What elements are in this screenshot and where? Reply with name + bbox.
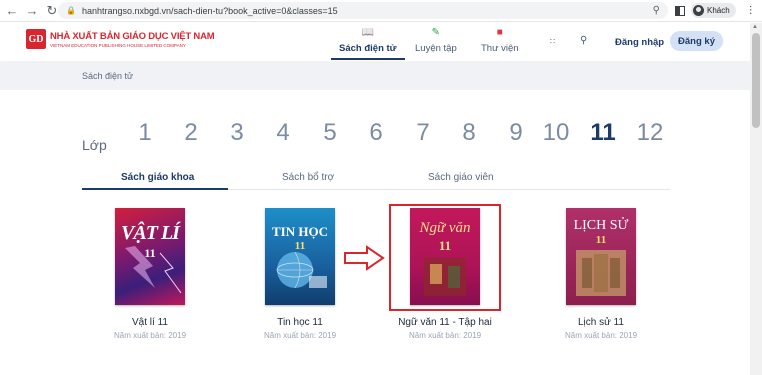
pencil-icon: ✎ — [431, 27, 441, 38]
book-title[interactable]: Tin học 11 — [277, 317, 323, 328]
grade-option-7[interactable]: 7 — [406, 119, 440, 147]
cover-title: TIN HỌC — [272, 224, 328, 239]
book-cover[interactable]: Ngữ văn 11 — [410, 208, 480, 305]
cover-title: VẬT LÍ — [121, 222, 180, 244]
grade-option-12[interactable]: 12 — [633, 119, 667, 147]
grade-option-9[interactable]: 9 — [499, 119, 533, 147]
active-tab-indicator — [82, 188, 228, 190]
book-cover[interactable]: VẬT LÍ 11 — [115, 208, 185, 305]
tab-sach-bo-tro[interactable]: Sách bổ trợ — [282, 172, 334, 183]
zoom-icon[interactable]: ⚲ — [653, 5, 660, 16]
url-text: hanhtrangso.nxbgd.vn/sach-dien-tu?book_a… — [81, 5, 338, 16]
grade-option-1[interactable]: 1 — [128, 119, 162, 147]
side-panel-icon[interactable] — [675, 5, 685, 16]
book-title[interactable]: Ngữ văn 11 - Tập hai — [398, 317, 492, 328]
book-title[interactable]: Vật lí 11 — [132, 317, 168, 328]
book-year: Năm xuất bản: 2019 — [113, 331, 187, 340]
grade-option-4[interactable]: 4 — [266, 119, 300, 147]
nav-label: Thư viện — [481, 43, 519, 54]
grade-option-5[interactable]: 5 — [313, 119, 347, 147]
grade-option-2[interactable]: 2 — [174, 119, 208, 147]
book-year: Năm xuất bản: 2019 — [263, 331, 337, 340]
logo-sub-text: VIETNAM EDUCATION PUBLISHING HOUSE LIMIT… — [50, 42, 186, 48]
globe-graphic — [276, 251, 327, 289]
book-open-icon: 📖 — [361, 27, 374, 38]
book-year: Năm xuất bản: 2019 — [408, 331, 482, 340]
scroll-up-icon[interactable]: ▲ — [752, 24, 758, 30]
key-icon[interactable]: ⚲ — [580, 35, 587, 46]
profile-button[interactable]: Khách — [691, 3, 736, 18]
scrollbar[interactable]: ▲ — [750, 23, 762, 375]
nav-item-sach-dien-tu[interactable]: 📖 Sách điện tử — [331, 27, 405, 60]
scroll-thumb[interactable] — [752, 33, 760, 128]
library-icon: ■ — [496, 27, 503, 38]
cover-number: 11 — [438, 238, 452, 253]
book-card-ngu-van[interactable]: Ngữ văn 11 Ngữ văn 11 - Tập hai Năm xuất… — [375, 208, 515, 340]
book-card-vat-li[interactable]: VẬT LÍ 11 Vật lí 11 Năm xuất bản: 2019 — [80, 208, 220, 340]
nav-item-luyen-tap[interactable]: ✎ Luyện tập — [415, 27, 457, 54]
back-icon[interactable]: ← — [4, 3, 20, 19]
breadcrumb-bar: Sách điện tử — [0, 62, 750, 90]
nav-label: Sách điện tử — [339, 43, 397, 54]
lock-icon: 🔒 — [66, 6, 76, 15]
cover-title: LỊCH SỬ — [573, 218, 629, 233]
apps-grid-icon[interactable]: ∷ — [550, 37, 555, 46]
logo-main-text: NHÀ XUẤT BẢN GIÁO DỤC VIỆT NAM — [50, 30, 215, 42]
nav-item-thu-vien[interactable]: ■ Thư viện — [481, 27, 519, 54]
signup-button[interactable]: Đăng ký — [670, 31, 723, 51]
grade-option-11[interactable]: 11 — [583, 119, 623, 151]
address-bar[interactable]: 🔒 hanhtrangso.nxbgd.vn/sach-dien-tu?book… — [58, 2, 668, 19]
grade-option-8[interactable]: 8 — [452, 119, 486, 147]
tab-sach-giao-khoa[interactable]: Sách giáo khoa — [121, 172, 194, 183]
browser-toolbar: ← → ↻ 🔒 hanhtrangso.nxbgd.vn/sach-dien-t… — [0, 0, 762, 22]
cover-number: 11 — [144, 246, 156, 260]
cover-number: 11 — [595, 234, 607, 246]
forward-icon[interactable]: → — [24, 3, 40, 19]
site-header: GD NHÀ XUẤT BẢN GIÁO DỤC VIỆT NAM VIETNA… — [0, 23, 750, 61]
grade-label: Lớp — [82, 137, 107, 153]
book-title[interactable]: Lịch sử 11 — [578, 317, 624, 328]
publisher-logo[interactable]: GD NHÀ XUẤT BẢN GIÁO DỤC VIỆT NAM VIETNA… — [26, 29, 215, 49]
avatar-icon — [693, 5, 704, 16]
nav-label: Luyện tập — [415, 43, 457, 54]
book-cover[interactable]: LỊCH SỬ 11 — [566, 208, 636, 305]
book-year: Năm xuất bản: 2019 — [564, 331, 638, 340]
book-cover[interactable]: TIN HỌC 11 — [265, 208, 335, 305]
logo-badge: GD — [26, 29, 46, 49]
menu-kebab-icon[interactable]: ⋮ — [746, 5, 756, 16]
grade-option-3[interactable]: 3 — [220, 119, 254, 147]
grade-option-6[interactable]: 6 — [359, 119, 393, 147]
profile-label: Khách — [707, 6, 730, 15]
cover-title: Ngữ văn — [419, 220, 471, 236]
book-card-lich-su[interactable]: LỊCH SỬ 11 Lịch sử 11 Năm xuất bản: 2019 — [531, 208, 671, 340]
breadcrumb[interactable]: Sách điện tử — [82, 71, 133, 81]
grade-option-10[interactable]: 10 — [539, 119, 573, 147]
book-card-tin-hoc[interactable]: TIN HỌC 11 Tin học 11 Năm xuất bản: 2019 — [230, 208, 370, 340]
cover-number: 11 — [294, 240, 306, 252]
login-link[interactable]: Đăng nhập — [615, 37, 664, 48]
tab-sach-giao-vien[interactable]: Sách giáo viên — [428, 172, 494, 183]
browser-actions: Khách ⋮ — [675, 3, 756, 18]
